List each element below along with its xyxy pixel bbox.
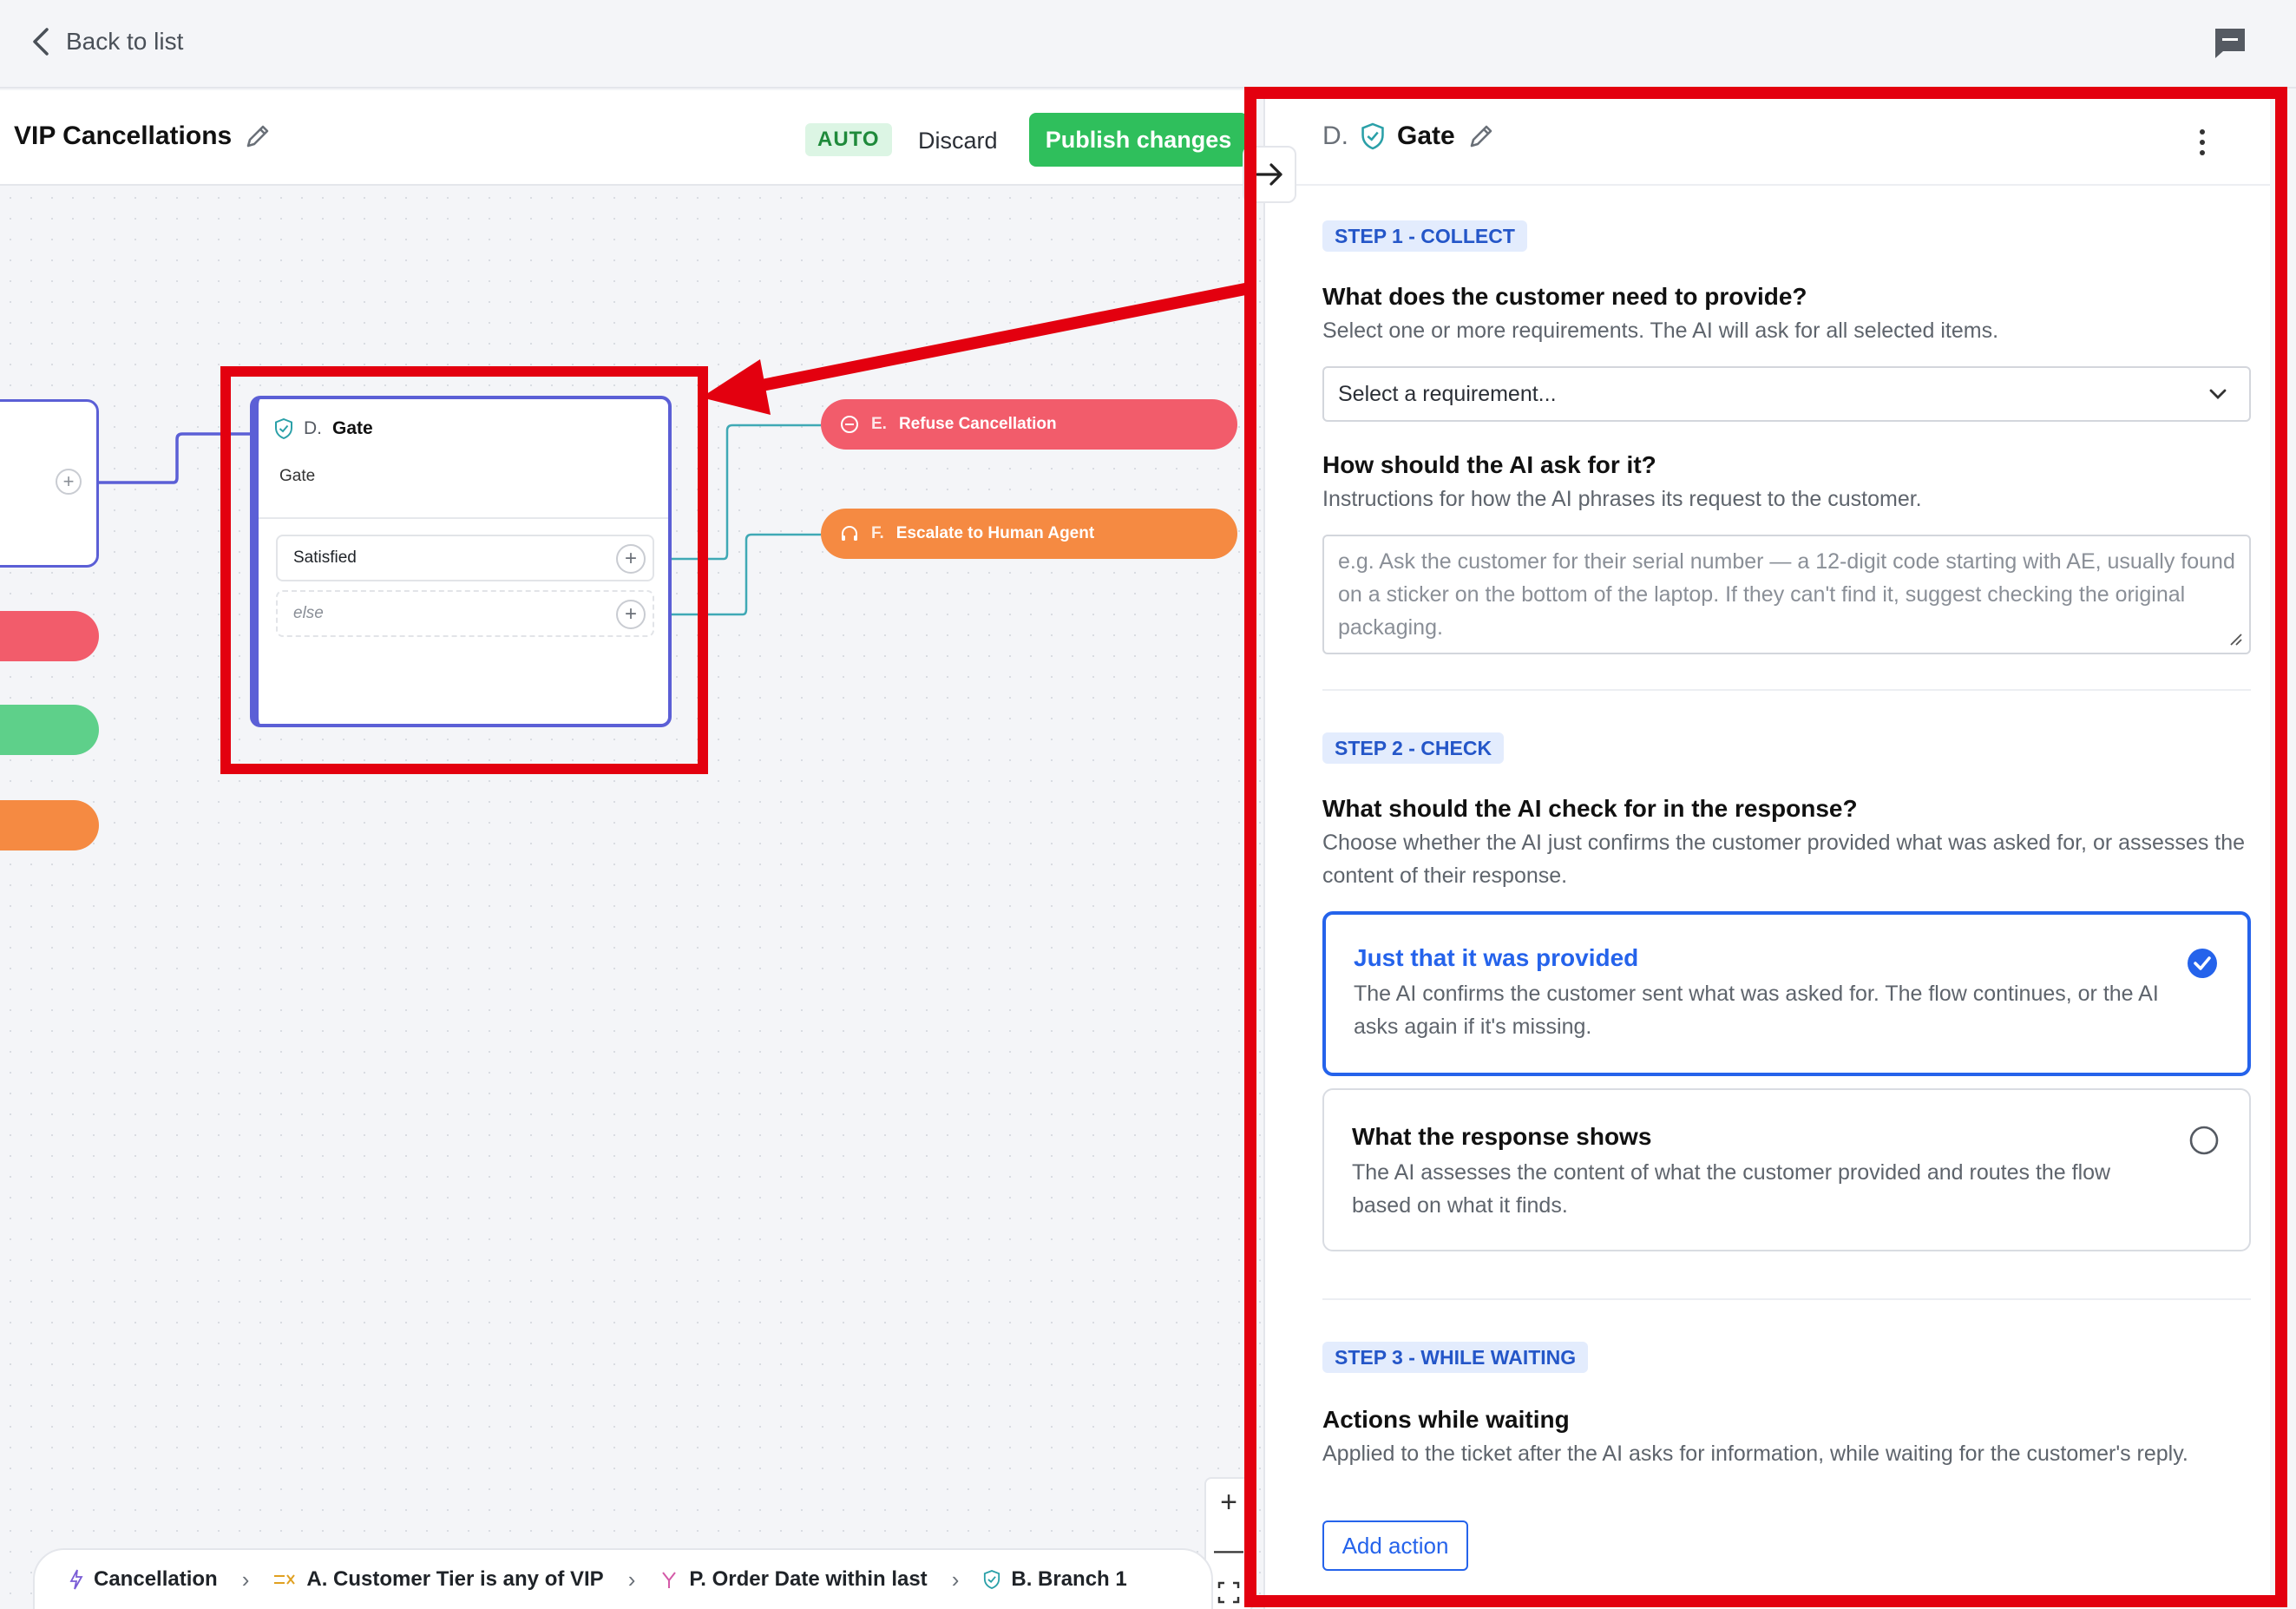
- headset-icon: [842, 526, 857, 541]
- gate-node[interactable]: D. Gate Gate Satisfied + else +: [250, 396, 672, 727]
- chevron-right-icon: ›: [951, 1566, 960, 1593]
- gate-node-subtitle: Gate: [279, 467, 316, 485]
- option-title: Just that it was provided: [1354, 944, 1639, 971]
- shield-check-icon: [275, 418, 292, 439]
- step-2-badge: STEP 2 - CHECK: [1322, 732, 1505, 764]
- breadcrumb-label: P. Order Date within last: [689, 1567, 928, 1591]
- zoom-out-button[interactable]: —: [1214, 1533, 1243, 1567]
- radio-unchecked-icon[interactable]: [2188, 1125, 2220, 1156]
- upstream-action-pill-green[interactable]: [0, 705, 99, 755]
- upstream-action-pill-red[interactable]: [0, 611, 99, 661]
- mode-badge: AUTO: [805, 123, 892, 156]
- how-to-ask-question: How should the AI ask for it?: [1322, 451, 1656, 478]
- option-description: The AI assesses the content of what the …: [1352, 1160, 2111, 1218]
- add-branch-button[interactable]: +: [616, 600, 646, 629]
- condition-else[interactable]: else +: [276, 590, 654, 637]
- panel-header: D. Gate: [1322, 121, 1495, 151]
- upstream-action-pill-orange[interactable]: [0, 800, 99, 850]
- flow-canvas[interactable]: + D. Gate Gate Satisfied + else + E. Ref…: [0, 187, 1263, 1609]
- minus-circle-icon: [841, 416, 858, 433]
- gate-shield-icon: [984, 1570, 1000, 1589]
- step-1-question: What does the customer need to provide?: [1322, 283, 1807, 310]
- gate-node-divider: [259, 517, 668, 519]
- chevron-right-icon: ›: [627, 1566, 636, 1593]
- breadcrumb-item-cancellation[interactable]: Cancellation: [69, 1567, 218, 1592]
- condition-label: Satisfied: [293, 548, 357, 567]
- condition-satisfied[interactable]: Satisfied +: [276, 535, 654, 581]
- action-node-label: Refuse Cancellation: [898, 415, 1057, 433]
- publish-changes-button[interactable]: Publish changes: [1029, 113, 1248, 167]
- how-to-ask-description: Instructions for how the AI phrases its …: [1322, 487, 1922, 511]
- breadcrumb-label: Cancellation: [94, 1567, 218, 1591]
- radio-checked-icon[interactable]: [2187, 948, 2218, 979]
- add-branch-button[interactable]: +: [616, 544, 646, 574]
- chevron-left-icon: [33, 28, 49, 56]
- chevron-right-icon: ›: [241, 1566, 250, 1593]
- step-1-description: Select one or more requirements. The AI …: [1322, 319, 1999, 343]
- collapse-panel-button[interactable]: [1243, 146, 1296, 203]
- breadcrumb-label: A. Customer Tier is any of VIP: [306, 1567, 604, 1591]
- back-to-list-link[interactable]: Back to list: [31, 23, 183, 61]
- option-just-provided[interactable]: Just that it was provided The AI confirm…: [1322, 911, 2251, 1076]
- breadcrumb-item-customer-tier[interactable]: A. Customer Tier is any of VIP: [273, 1567, 604, 1592]
- shield-check-icon: [1361, 122, 1384, 150]
- top-bar: Back to list: [0, 0, 2296, 89]
- requirement-select-value: Select a requirement...: [1338, 381, 1557, 406]
- ask-instructions-textarea[interactable]: e.g. Ask the customer for their serial n…: [1322, 535, 2251, 654]
- option-description: The AI confirms the customer sent what w…: [1354, 982, 2159, 1039]
- add-node-button[interactable]: +: [56, 469, 82, 495]
- step-1-badge: STEP 1 - COLLECT: [1322, 220, 1527, 252]
- add-action-button[interactable]: Add action: [1322, 1520, 1468, 1571]
- breadcrumb-item-branch-1[interactable]: B. Branch 1: [983, 1567, 1127, 1592]
- flow-title: VIP Cancellations: [14, 121, 272, 151]
- option-title: What the response shows: [1352, 1123, 1652, 1150]
- step-2-question: What should the AI check for in the resp…: [1322, 795, 1858, 822]
- option-response-shows[interactable]: What the response shows The AI assesses …: [1322, 1088, 2251, 1251]
- zoom-in-button[interactable]: +: [1220, 1486, 1237, 1520]
- panel-node-name: Gate: [1397, 121, 1455, 150]
- breadcrumb-item-order-date[interactable]: P. Order Date within last: [659, 1567, 928, 1592]
- flow-header: VIP Cancellations AUTO Discard Publish c…: [0, 90, 1250, 186]
- pencil-icon[interactable]: [244, 122, 272, 150]
- panel-header-divider: [1265, 184, 2270, 186]
- section-divider: [1322, 689, 2251, 691]
- requirement-select[interactable]: Select a requirement...: [1322, 366, 2251, 422]
- arrow-right-icon: [1256, 163, 1282, 186]
- chevron-down-icon: [2209, 389, 2227, 399]
- step-3-description: Applied to the ticket after the AI asks …: [1322, 1442, 2188, 1466]
- action-node-label: Escalate to Human Agent: [895, 524, 1095, 542]
- discard-button[interactable]: Discard: [918, 123, 998, 158]
- resize-handle-icon[interactable]: [2227, 630, 2242, 646]
- step-3-question: Actions while waiting: [1322, 1406, 1570, 1433]
- breadcrumb: Cancellation › A. Customer Tier is any o…: [33, 1548, 1213, 1609]
- condition-label: else: [293, 604, 324, 622]
- action-node-letter: F.: [871, 524, 884, 542]
- action-node-refuse-cancellation[interactable]: E. Refuse Cancellation: [821, 399, 1237, 450]
- chat-icon[interactable]: [2213, 26, 2247, 61]
- ask-instructions-placeholder: e.g. Ask the customer for their serial n…: [1338, 549, 2235, 640]
- pencil-icon[interactable]: [1467, 122, 1495, 150]
- trigger-icon: [69, 1569, 83, 1590]
- branch-icon: [662, 1572, 677, 1588]
- back-label: Back to list: [66, 28, 184, 55]
- action-node-escalate[interactable]: F. Escalate to Human Agent: [821, 509, 1237, 559]
- step-3-badge: STEP 3 - WHILE WAITING: [1322, 1342, 1589, 1373]
- step-2-description: Choose whether the AI just confirms the …: [1322, 831, 2246, 888]
- gate-node-letter: D.: [304, 418, 322, 438]
- section-divider: [1322, 1298, 2251, 1300]
- panel-node-letter: D.: [1322, 121, 1348, 150]
- fit-view-icon[interactable]: [1217, 1581, 1240, 1604]
- node-detail-panel: D. Gate STEP 1 - COLLECT What does the c…: [1263, 90, 2270, 1609]
- condition-icon: [274, 1574, 296, 1585]
- action-node-letter: E.: [871, 415, 887, 433]
- breadcrumb-label: B. Branch 1: [1011, 1567, 1127, 1591]
- upstream-node[interactable]: [0, 399, 99, 568]
- flow-title-text: VIP Cancellations: [14, 121, 233, 150]
- gate-node-name: Gate: [332, 418, 373, 438]
- more-options-icon[interactable]: [2192, 125, 2213, 160]
- gate-node-header: D. Gate: [274, 418, 373, 439]
